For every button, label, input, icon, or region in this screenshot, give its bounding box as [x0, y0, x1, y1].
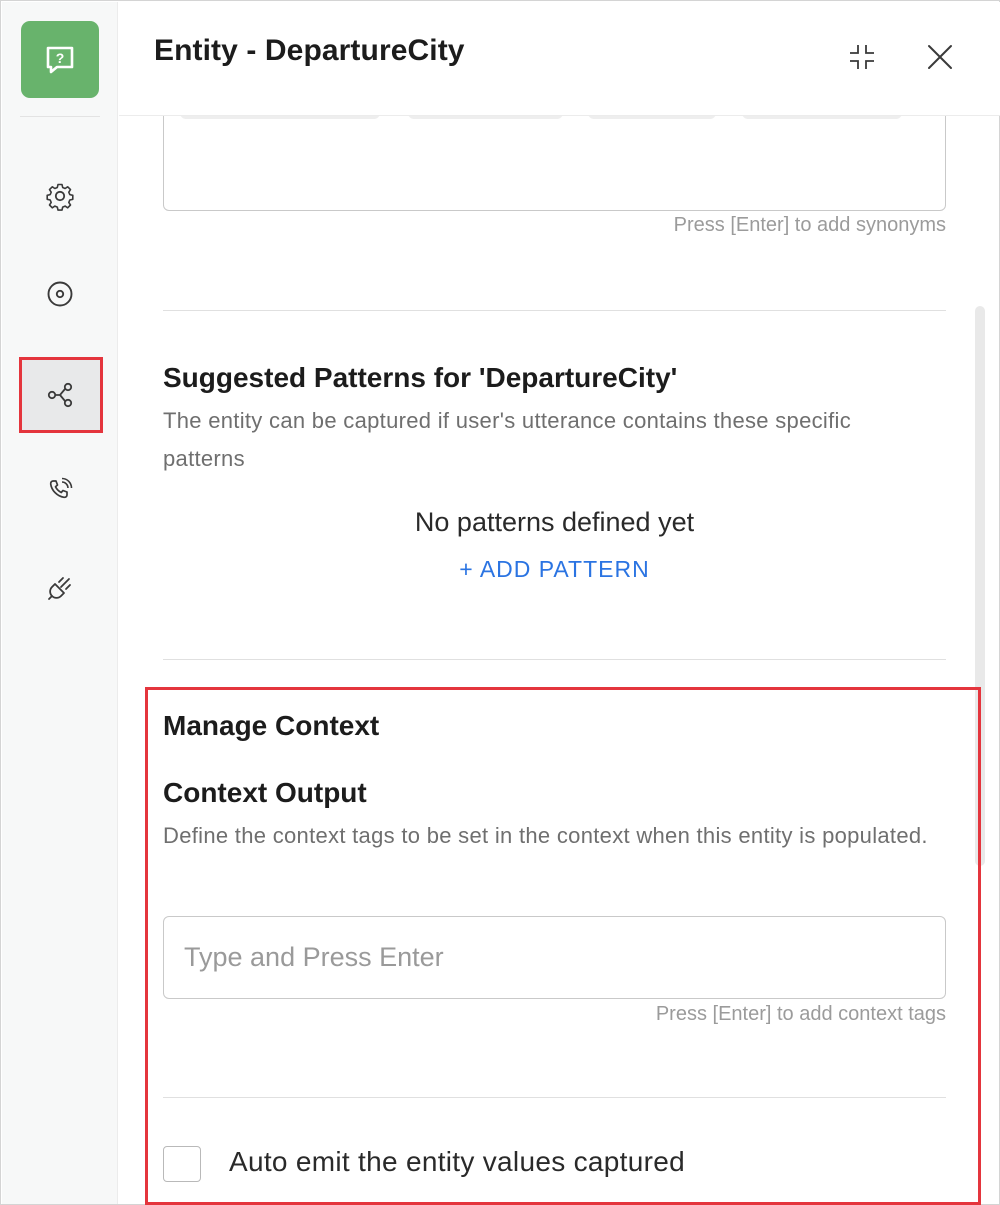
help-chat-icon: ? — [46, 46, 74, 73]
auto-emit-label: Auto emit the entity values captured — [229, 1146, 685, 1177]
synonyms-input[interactable] — [163, 116, 946, 211]
close-icon — [928, 45, 952, 69]
sidebar-divider — [20, 116, 100, 117]
panel-header: Entity - DepartureCity — [119, 2, 1000, 116]
patterns-description: The entity can be captured if user's utt… — [163, 408, 852, 471]
context-output-description: Define the context tags to be set in the… — [163, 823, 928, 848]
plug-icon — [48, 577, 71, 600]
page-title: Entity - DepartureCity — [154, 34, 465, 67]
synonym-chip — [180, 116, 380, 119]
gear-icon — [46, 183, 74, 211]
sidebar-item-integrations[interactable] — [26, 557, 94, 619]
auto-emit-checkbox[interactable] — [163, 1146, 201, 1182]
patterns-empty-text: No patterns defined yet — [414, 507, 695, 537]
entity-panel: ? Entity - DepartureCity Press [Enter] t… — [0, 0, 1000, 1205]
sidebar-item-settings[interactable] — [26, 165, 94, 227]
manage-context-title: Manage Context — [163, 710, 380, 741]
synonym-chip — [408, 116, 563, 119]
context-output-title: Context Output — [163, 777, 367, 808]
context-tags-hint: Press [Enter] to add context tags — [655, 1003, 946, 1025]
app-logo[interactable]: ? — [21, 21, 99, 98]
svg-text:?: ? — [56, 50, 65, 66]
sidebar: ? — [2, 2, 118, 1204]
context-tags-input[interactable] — [163, 916, 946, 999]
section-divider — [163, 1097, 946, 1098]
collapse-arrows-icon — [850, 45, 874, 69]
sidebar-item-voice[interactable] — [26, 459, 94, 521]
synonym-chip — [588, 116, 716, 119]
synonym-chip — [742, 116, 902, 119]
panel-content: Press [Enter] to add synonyms Suggested … — [119, 116, 1000, 1205]
connection-nodes-icon — [47, 382, 73, 408]
patterns-title: Suggested Patterns for 'DepartureCity' — [163, 362, 678, 393]
sidebar-item-target[interactable] — [26, 263, 94, 325]
sidebar-item-nodes[interactable] — [19, 357, 103, 433]
phone-call-icon — [49, 477, 73, 499]
section-divider — [163, 310, 946, 311]
close-button[interactable] — [921, 38, 959, 76]
add-pattern-button[interactable]: + ADD PATTERN — [163, 556, 946, 583]
synonyms-hint: Press [Enter] to add synonyms — [673, 214, 946, 236]
target-circle-icon — [47, 281, 73, 307]
collapse-button[interactable] — [843, 38, 881, 76]
section-divider — [163, 659, 946, 660]
